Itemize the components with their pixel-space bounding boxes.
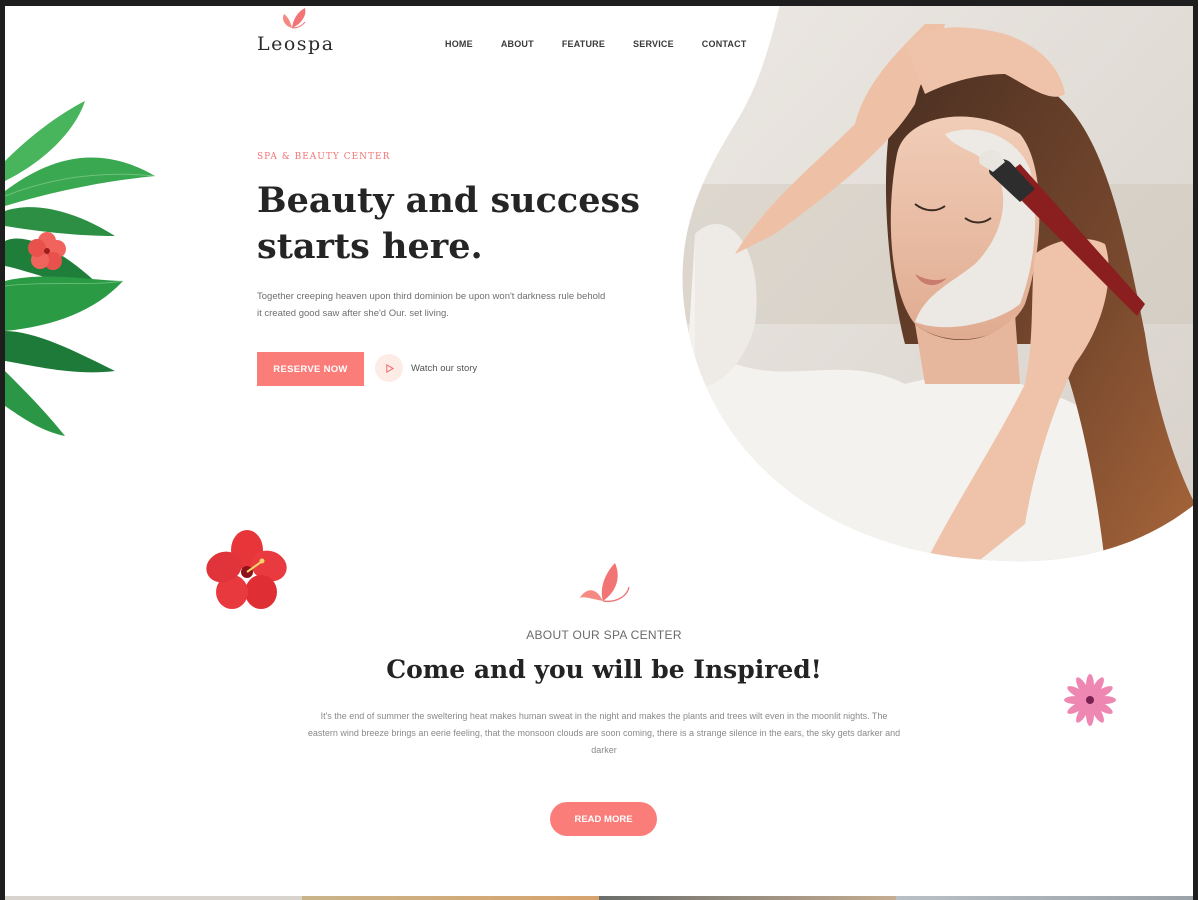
read-more-button[interactable]: READ MORE [550, 802, 657, 836]
palm-leaves-decoration [5, 101, 156, 436]
hero-title-line2: starts here. [257, 226, 483, 267]
play-button[interactable] [375, 354, 403, 382]
nav-service[interactable]: SERVICE [633, 39, 674, 49]
gallery-strip-peek [5, 896, 1193, 900]
page: Leospa HOME ABOUT FEATURE SERVICE CONTAC… [5, 6, 1193, 900]
hero-eyebrow: SPA & BEAUTY CENTER [257, 152, 391, 162]
about-eyebrow: ABOUT OUR SPA CENTER [526, 628, 682, 642]
hero-title-line1: Beauty and success [257, 180, 640, 221]
about-description: It's the end of summer the sweltering he… [307, 711, 901, 755]
logo[interactable]: Leospa [257, 6, 347, 62]
butterfly-section-icon [579, 563, 630, 603]
butterfly-logo-icon [282, 8, 306, 29]
hero-description: Together creeping heaven upon third domi… [257, 291, 606, 319]
red-hibiscus-flower [206, 530, 287, 609]
about-title: Come and you will be Inspired! [386, 655, 822, 684]
nav-feature[interactable]: FEATURE [562, 39, 605, 49]
watch-story-link[interactable]: Watch our story [375, 354, 477, 382]
hero-image [682, 6, 1193, 562]
reserve-now-button[interactable]: RESERVE NOW [257, 352, 364, 386]
nav-home[interactable]: HOME [445, 39, 473, 49]
watch-story-label: Watch our story [411, 362, 478, 374]
hero-title: Beauty and success starts here. [257, 178, 657, 270]
play-icon [385, 363, 394, 373]
logo-text: Leospa [257, 33, 335, 55]
nav-about[interactable]: ABOUT [501, 39, 534, 49]
